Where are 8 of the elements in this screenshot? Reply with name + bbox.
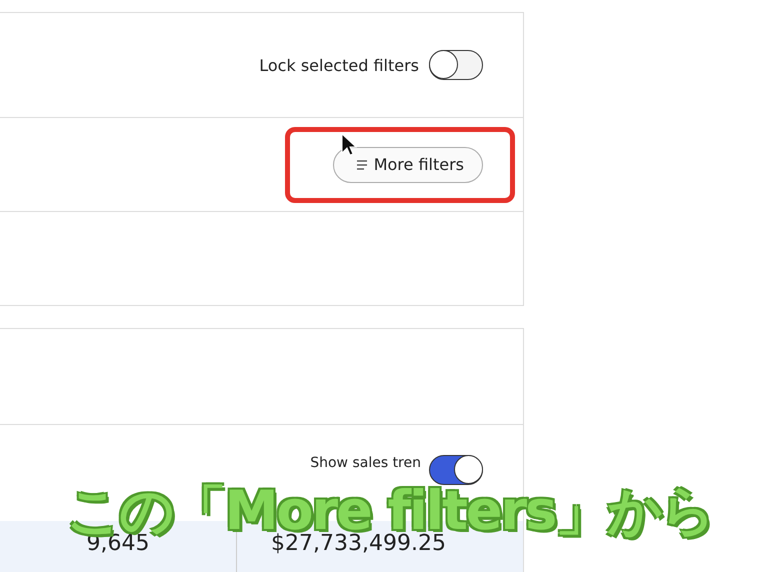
more-filters-button[interactable]: More filters — [332, 146, 483, 182]
sales-trend-label: Show sales tren — [310, 455, 421, 471]
filter-lines-icon — [356, 160, 368, 170]
sales-trend-toggle[interactable] — [429, 455, 483, 485]
lock-filters-toggle[interactable] — [429, 50, 483, 80]
mouse-cursor-icon — [341, 133, 357, 157]
lock-filters-label: Lock selected filters — [259, 56, 419, 74]
table-cell-text: $27,733,499.25 — [270, 530, 447, 558]
